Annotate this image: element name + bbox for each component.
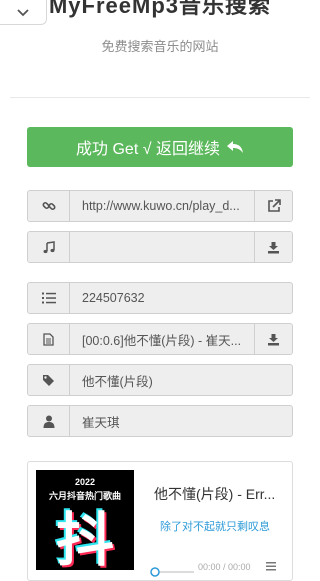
site-title: MyFreeMp3音乐搜索 (48, 0, 272, 18)
artist-addon (28, 406, 70, 436)
song-name-row: 他不懂(片段) (27, 364, 293, 396)
list-icon (41, 292, 56, 304)
reply-icon (226, 141, 243, 153)
music-icon (43, 240, 55, 253)
user-icon (43, 415, 54, 428)
success-return-button[interactable]: 成功 Get √ 返回继续 (27, 127, 293, 167)
lyrics-addon (28, 324, 70, 354)
music-row (27, 231, 293, 263)
menu-icon[interactable] (266, 562, 276, 571)
cover-glyph: 抖 抖 抖 (54, 504, 116, 570)
lyrics-input[interactable]: [00:0.6]他不懂(片段) - 崔天... (70, 324, 254, 354)
song-name-input[interactable]: 他不懂(片段) (70, 365, 292, 395)
svg-text:抖: 抖 (56, 506, 114, 570)
lyrics-row: [00:0.6]他不懂(片段) - 崔天... (27, 323, 293, 355)
song-id-row: 224507632 (27, 282, 293, 314)
player-song-title: 他不懂(片段) - Err... (154, 486, 276, 502)
download-lyrics-button[interactable] (254, 324, 292, 354)
download-icon (268, 333, 279, 345)
success-button-label: 成功 Get √ 返回继续 (76, 141, 220, 158)
id-addon (28, 283, 70, 313)
artist-row: 崔天琪 (27, 405, 293, 437)
external-link-icon (267, 199, 281, 212)
music-addon (28, 232, 70, 262)
progress-handle (150, 567, 160, 577)
album-cover: 2022 六月抖音热门歌曲 抖 抖 抖 (36, 470, 134, 570)
tag-icon (43, 374, 54, 386)
artist-input[interactable]: 崔天琪 (70, 406, 292, 436)
link-icon (41, 201, 56, 211)
music-url-input[interactable] (70, 232, 254, 262)
chevron-down-icon (17, 8, 29, 16)
link-row: http://www.kuwo.cn/play_d... (27, 190, 293, 222)
open-link-button[interactable] (254, 191, 292, 221)
player-lyric-line: 除了对不起就只剩叹息 (160, 521, 270, 533)
song-id-input[interactable]: 224507632 (70, 283, 292, 313)
download-icon (268, 241, 279, 253)
collapse-button[interactable] (0, 0, 47, 25)
top-bar: MyFreeMp3音乐搜索 (0, 0, 320, 26)
divider (10, 97, 310, 98)
music-player: 2022 六月抖音热门歌曲 抖 抖 抖 他不懂(片段) - Err... 除了对… (27, 461, 293, 581)
tag-addon (28, 365, 70, 395)
download-music-button[interactable] (254, 232, 292, 262)
link-addon (28, 191, 70, 221)
player-time: 00:00 / 00:00 (198, 562, 251, 572)
site-subtitle: 免费搜索音乐的网站 (101, 39, 219, 54)
file-icon (43, 332, 54, 346)
link-input[interactable]: http://www.kuwo.cn/play_d... (70, 191, 254, 221)
